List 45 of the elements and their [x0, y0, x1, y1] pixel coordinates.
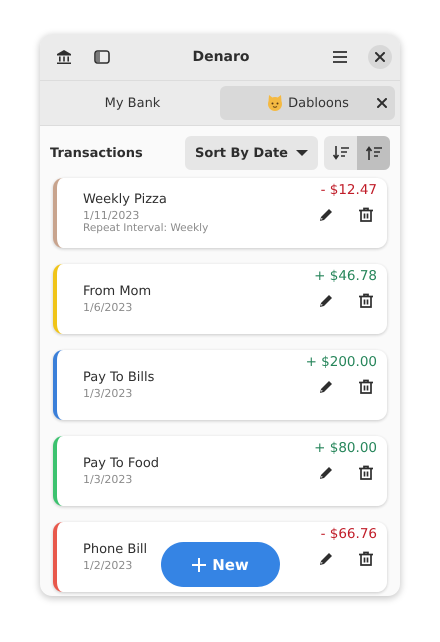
- plus-icon: [192, 558, 206, 572]
- transaction-date: 1/3/2023: [83, 473, 132, 486]
- tab[interactable]: My Bank: [45, 86, 220, 120]
- close-button[interactable]: [368, 45, 392, 69]
- cat-face-icon: [266, 94, 284, 112]
- pencil-icon: [318, 551, 334, 567]
- transaction-name: Pay To Bills: [83, 370, 154, 385]
- window-title: Denaro: [191, 49, 251, 65]
- transaction-amount: + $46.78: [314, 268, 377, 284]
- transaction-amount: + $200.00: [306, 354, 377, 370]
- transaction-name: Phone Bill: [83, 542, 148, 557]
- sort-order-button[interactable]: [324, 136, 357, 170]
- bank-icon: [56, 49, 72, 65]
- transaction-name: Weekly Pizza: [83, 192, 167, 207]
- close-icon: [377, 98, 387, 108]
- transaction-name: Pay To Food: [83, 456, 160, 471]
- repeat-interval: Repeat Interval: Weekly: [83, 222, 208, 234]
- close-icon: [375, 52, 385, 62]
- sort-order-button[interactable]: [357, 136, 390, 170]
- pencil-icon: [318, 379, 334, 395]
- transaction-date: 1/6/2023: [83, 301, 132, 314]
- transaction-amount: - $66.76: [320, 526, 377, 542]
- sidebar-icon: [94, 49, 110, 65]
- dropdown-caret-icon: [296, 149, 308, 157]
- new-button[interactable]: New: [161, 542, 280, 587]
- sort-ascending-icon: [366, 145, 382, 161]
- tab[interactable]: Dabloons: [220, 86, 395, 120]
- trash-icon: [358, 551, 374, 567]
- pencil-icon: [318, 293, 334, 309]
- trash-icon: [358, 379, 374, 395]
- transaction-amount: + $80.00: [314, 440, 377, 456]
- transaction-name: From Mom: [83, 284, 152, 299]
- section-title: Transactions: [50, 146, 144, 160]
- transaction-date: 1/11/2023: [83, 209, 140, 222]
- trash-icon: [358, 207, 374, 223]
- trash-icon: [358, 465, 374, 481]
- transaction-amount: - $12.47: [320, 182, 377, 198]
- transaction-date: 1/2/2023: [83, 559, 132, 572]
- transaction-date: 1/3/2023: [83, 387, 132, 400]
- pencil-icon: [318, 207, 334, 223]
- trash-icon: [358, 293, 374, 309]
- menu-icon: [332, 49, 348, 65]
- sort-descending-icon: [332, 145, 348, 161]
- sort-dropdown[interactable]: Sort By Date: [185, 136, 318, 170]
- pencil-icon: [318, 465, 334, 481]
